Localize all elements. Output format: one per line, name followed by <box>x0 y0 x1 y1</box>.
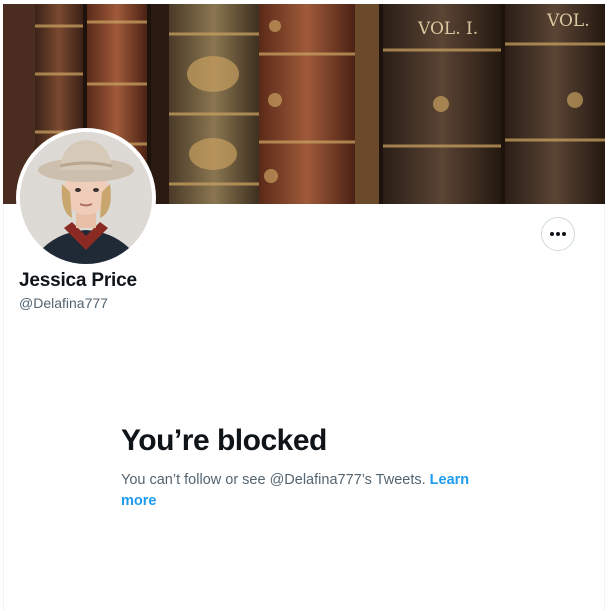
more-options-button[interactable] <box>541 217 575 251</box>
banner-book-title: VOL. <box>546 11 590 31</box>
blocked-message-text: You can’t follow or see @Delafina777’s T… <box>121 472 426 488</box>
blocked-title: You’re blocked <box>121 424 327 457</box>
profile-display-name: Jessica Price <box>19 270 137 291</box>
profile-handle: @Delafina777 <box>19 295 108 311</box>
more-horizontal-icon <box>549 231 567 237</box>
avatar[interactable] <box>16 128 156 268</box>
banner-book-title: VOL. I. <box>417 19 478 39</box>
blocked-message: You can’t follow or see @Delafina777’s T… <box>121 470 501 512</box>
